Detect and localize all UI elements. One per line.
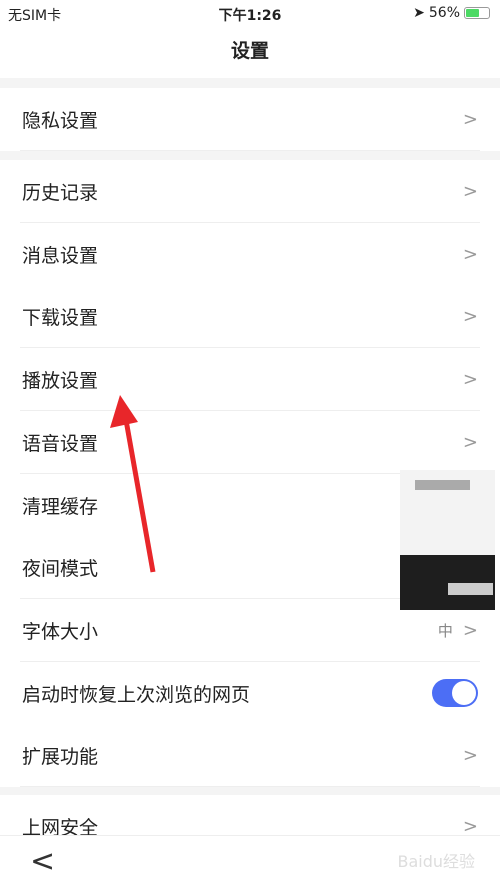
red-arrow-annotation — [110, 395, 156, 573]
blurred-popup — [400, 470, 495, 610]
